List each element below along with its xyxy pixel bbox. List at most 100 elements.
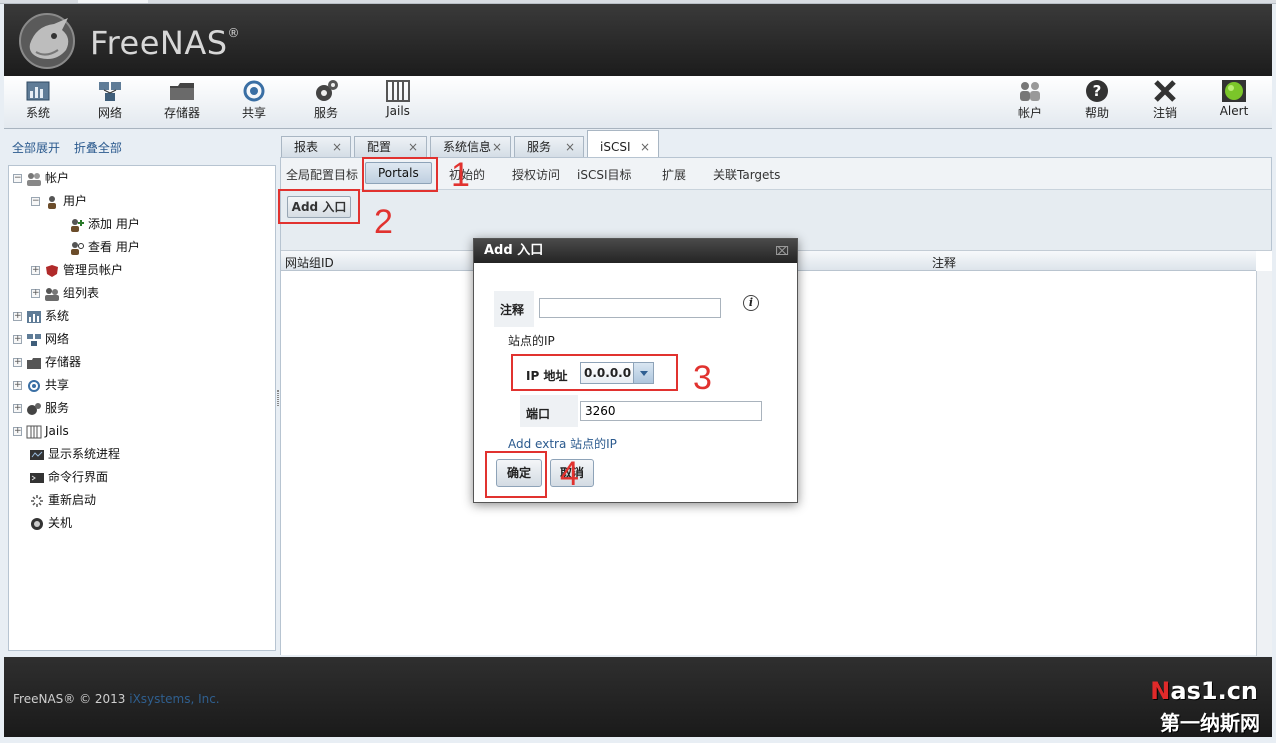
tree-item-admin-account[interactable]: + 管理员帐户 — [31, 260, 123, 280]
toolbar-share-button[interactable]: 共享 — [224, 79, 284, 125]
close-icon[interactable]: × — [408, 137, 418, 157]
expand-all-link[interactable]: 全部展开 — [12, 141, 60, 155]
services-icon — [316, 80, 338, 101]
tree-item-users[interactable]: − 用户 — [31, 191, 87, 211]
column-header-group-id[interactable]: 网站组ID — [285, 254, 334, 271]
company-link[interactable]: iXsystems, Inc. — [129, 692, 219, 706]
toolbar-system-button[interactable]: 系统 — [8, 79, 68, 125]
expand-icon[interactable]: + — [13, 404, 22, 413]
network-icon — [99, 82, 121, 101]
annotation-number: 3 — [693, 359, 712, 397]
subtab-global-config[interactable]: 全局配置目标 — [286, 166, 358, 183]
system-icon — [27, 310, 41, 323]
tree-item-storage[interactable]: + 存储器 — [13, 352, 81, 372]
tree-item-groups[interactable]: + 组列表 — [31, 283, 99, 303]
panel-splitter[interactable] — [277, 390, 279, 406]
subtab-extents[interactable]: 扩展 — [662, 166, 686, 183]
watermark-domain: Nas1.cn — [1150, 677, 1258, 705]
add-extra-ip-link[interactable]: Add extra 站点的IP — [508, 435, 617, 452]
toolbar-logout-button[interactable]: 注销 — [1135, 79, 1195, 125]
services-icon — [27, 402, 41, 415]
storage-icon — [170, 83, 194, 100]
annotation-box-ip — [511, 354, 678, 391]
toolbar-account-button[interactable]: 帐户 — [1000, 79, 1060, 125]
main-toolbar: 系统 网络 存储器 共享 服务 Jails 帐户 ? 帮助 注销 Alert — [4, 76, 1272, 129]
annotation-box-ok — [485, 451, 547, 498]
app-header: FreeNAS® — [4, 4, 1272, 76]
tree-item-sharing[interactable]: + 共享 — [13, 375, 69, 395]
user-icon — [48, 195, 56, 209]
logout-icon — [1154, 80, 1176, 102]
tree-controls: 全部展开 折叠全部 — [12, 139, 132, 156]
close-icon[interactable]: × — [332, 137, 342, 157]
jails-icon — [386, 80, 410, 102]
expand-icon[interactable]: + — [13, 381, 22, 390]
reboot-icon — [31, 494, 43, 507]
collapse-icon[interactable]: − — [31, 197, 40, 206]
close-icon[interactable]: × — [492, 137, 502, 157]
expand-icon[interactable]: + — [13, 335, 22, 344]
shutdown-icon — [31, 517, 43, 530]
view-user-icon — [71, 241, 84, 255]
tab-reports[interactable]: 报表 × — [281, 136, 351, 158]
toolbar-network-button[interactable]: 网络 — [80, 79, 140, 125]
expand-icon[interactable]: + — [31, 266, 40, 275]
group-icon — [45, 287, 59, 301]
tree-item-jails[interactable]: + Jails — [13, 421, 69, 441]
close-icon[interactable]: × — [565, 137, 575, 157]
tab-system-info[interactable]: 系统信息 × — [430, 136, 511, 158]
subtab-associated-targets[interactable]: 关联Targets — [713, 166, 780, 183]
shell-icon — [30, 472, 44, 483]
expand-icon[interactable]: + — [13, 358, 22, 367]
subtab-iscsi-targets[interactable]: iSCSI目标 — [577, 166, 632, 183]
tree-item-services[interactable]: + 服务 — [13, 398, 69, 418]
browser-tab-stub[interactable] — [78, 0, 148, 3]
share-icon — [243, 80, 265, 102]
comment-label: 注释 — [500, 303, 525, 317]
system-icon — [26, 81, 50, 101]
watermark-site-name: 第一纳斯网 — [1160, 711, 1260, 735]
toolbar-storage-button[interactable]: 存储器 — [152, 79, 212, 125]
collapse-icon[interactable]: − — [13, 174, 22, 183]
toolbar-services-button[interactable]: 服务 — [296, 79, 356, 125]
tree-item-processes[interactable]: 显示系统进程 — [29, 444, 120, 464]
dialog-title-bar[interactable]: Add 入口 ⌧ — [474, 239, 797, 263]
annotation-number: 1 — [451, 156, 470, 194]
copyright-text: FreeNAS® © 2013 iXsystems, Inc. — [13, 692, 220, 706]
info-icon[interactable]: i — [743, 295, 759, 311]
annotation-box-portals — [362, 157, 438, 192]
account-icon — [1020, 82, 1040, 101]
app-logo-text: FreeNAS® — [90, 24, 241, 62]
tree-item-account[interactable]: − 帐户 — [13, 168, 69, 188]
tree-item-reboot[interactable]: 重新启动 — [29, 490, 96, 510]
toolbar-jails-button[interactable]: Jails — [368, 79, 428, 125]
subtab-authorized-access[interactable]: 授权访问 — [512, 166, 560, 183]
alert-icon — [1222, 80, 1246, 102]
dialog-title: Add 入口 — [484, 243, 544, 258]
expand-icon[interactable]: + — [13, 312, 22, 321]
tab-settings[interactable]: 配置 × — [354, 136, 427, 158]
tree-item-view-users[interactable]: 查看 用户 — [69, 237, 140, 257]
column-header-comment[interactable]: 注释 — [932, 254, 956, 271]
table-scrollbar[interactable] — [1256, 271, 1272, 656]
account-icon — [27, 172, 41, 186]
tree-item-system[interactable]: + 系统 — [13, 306, 69, 326]
tab-services[interactable]: 服务 × — [514, 136, 584, 158]
toolbar-alert-button[interactable]: Alert — [1204, 79, 1264, 125]
toolbar-help-button[interactable]: ? 帮助 — [1067, 79, 1127, 125]
tree-item-shell[interactable]: 命令行界面 — [29, 467, 108, 487]
close-icon[interactable]: ⌧ — [775, 239, 789, 263]
expand-icon[interactable]: + — [31, 289, 40, 298]
annotation-number: 4 — [560, 455, 579, 493]
tree-item-shutdown[interactable]: 关机 — [29, 513, 72, 533]
tree-item-network[interactable]: + 网络 — [13, 329, 69, 349]
tab-iscsi[interactable]: iSCSI × — [587, 130, 659, 158]
comment-input[interactable] — [539, 298, 721, 318]
port-label: 端口 — [526, 407, 551, 421]
tree-item-add-user[interactable]: 添加 用户 — [69, 214, 140, 234]
expand-icon[interactable]: + — [13, 427, 22, 436]
collapse-all-link[interactable]: 折叠全部 — [74, 141, 122, 155]
add-user-icon — [71, 218, 84, 232]
share-icon — [28, 379, 40, 392]
port-input[interactable] — [580, 401, 762, 421]
